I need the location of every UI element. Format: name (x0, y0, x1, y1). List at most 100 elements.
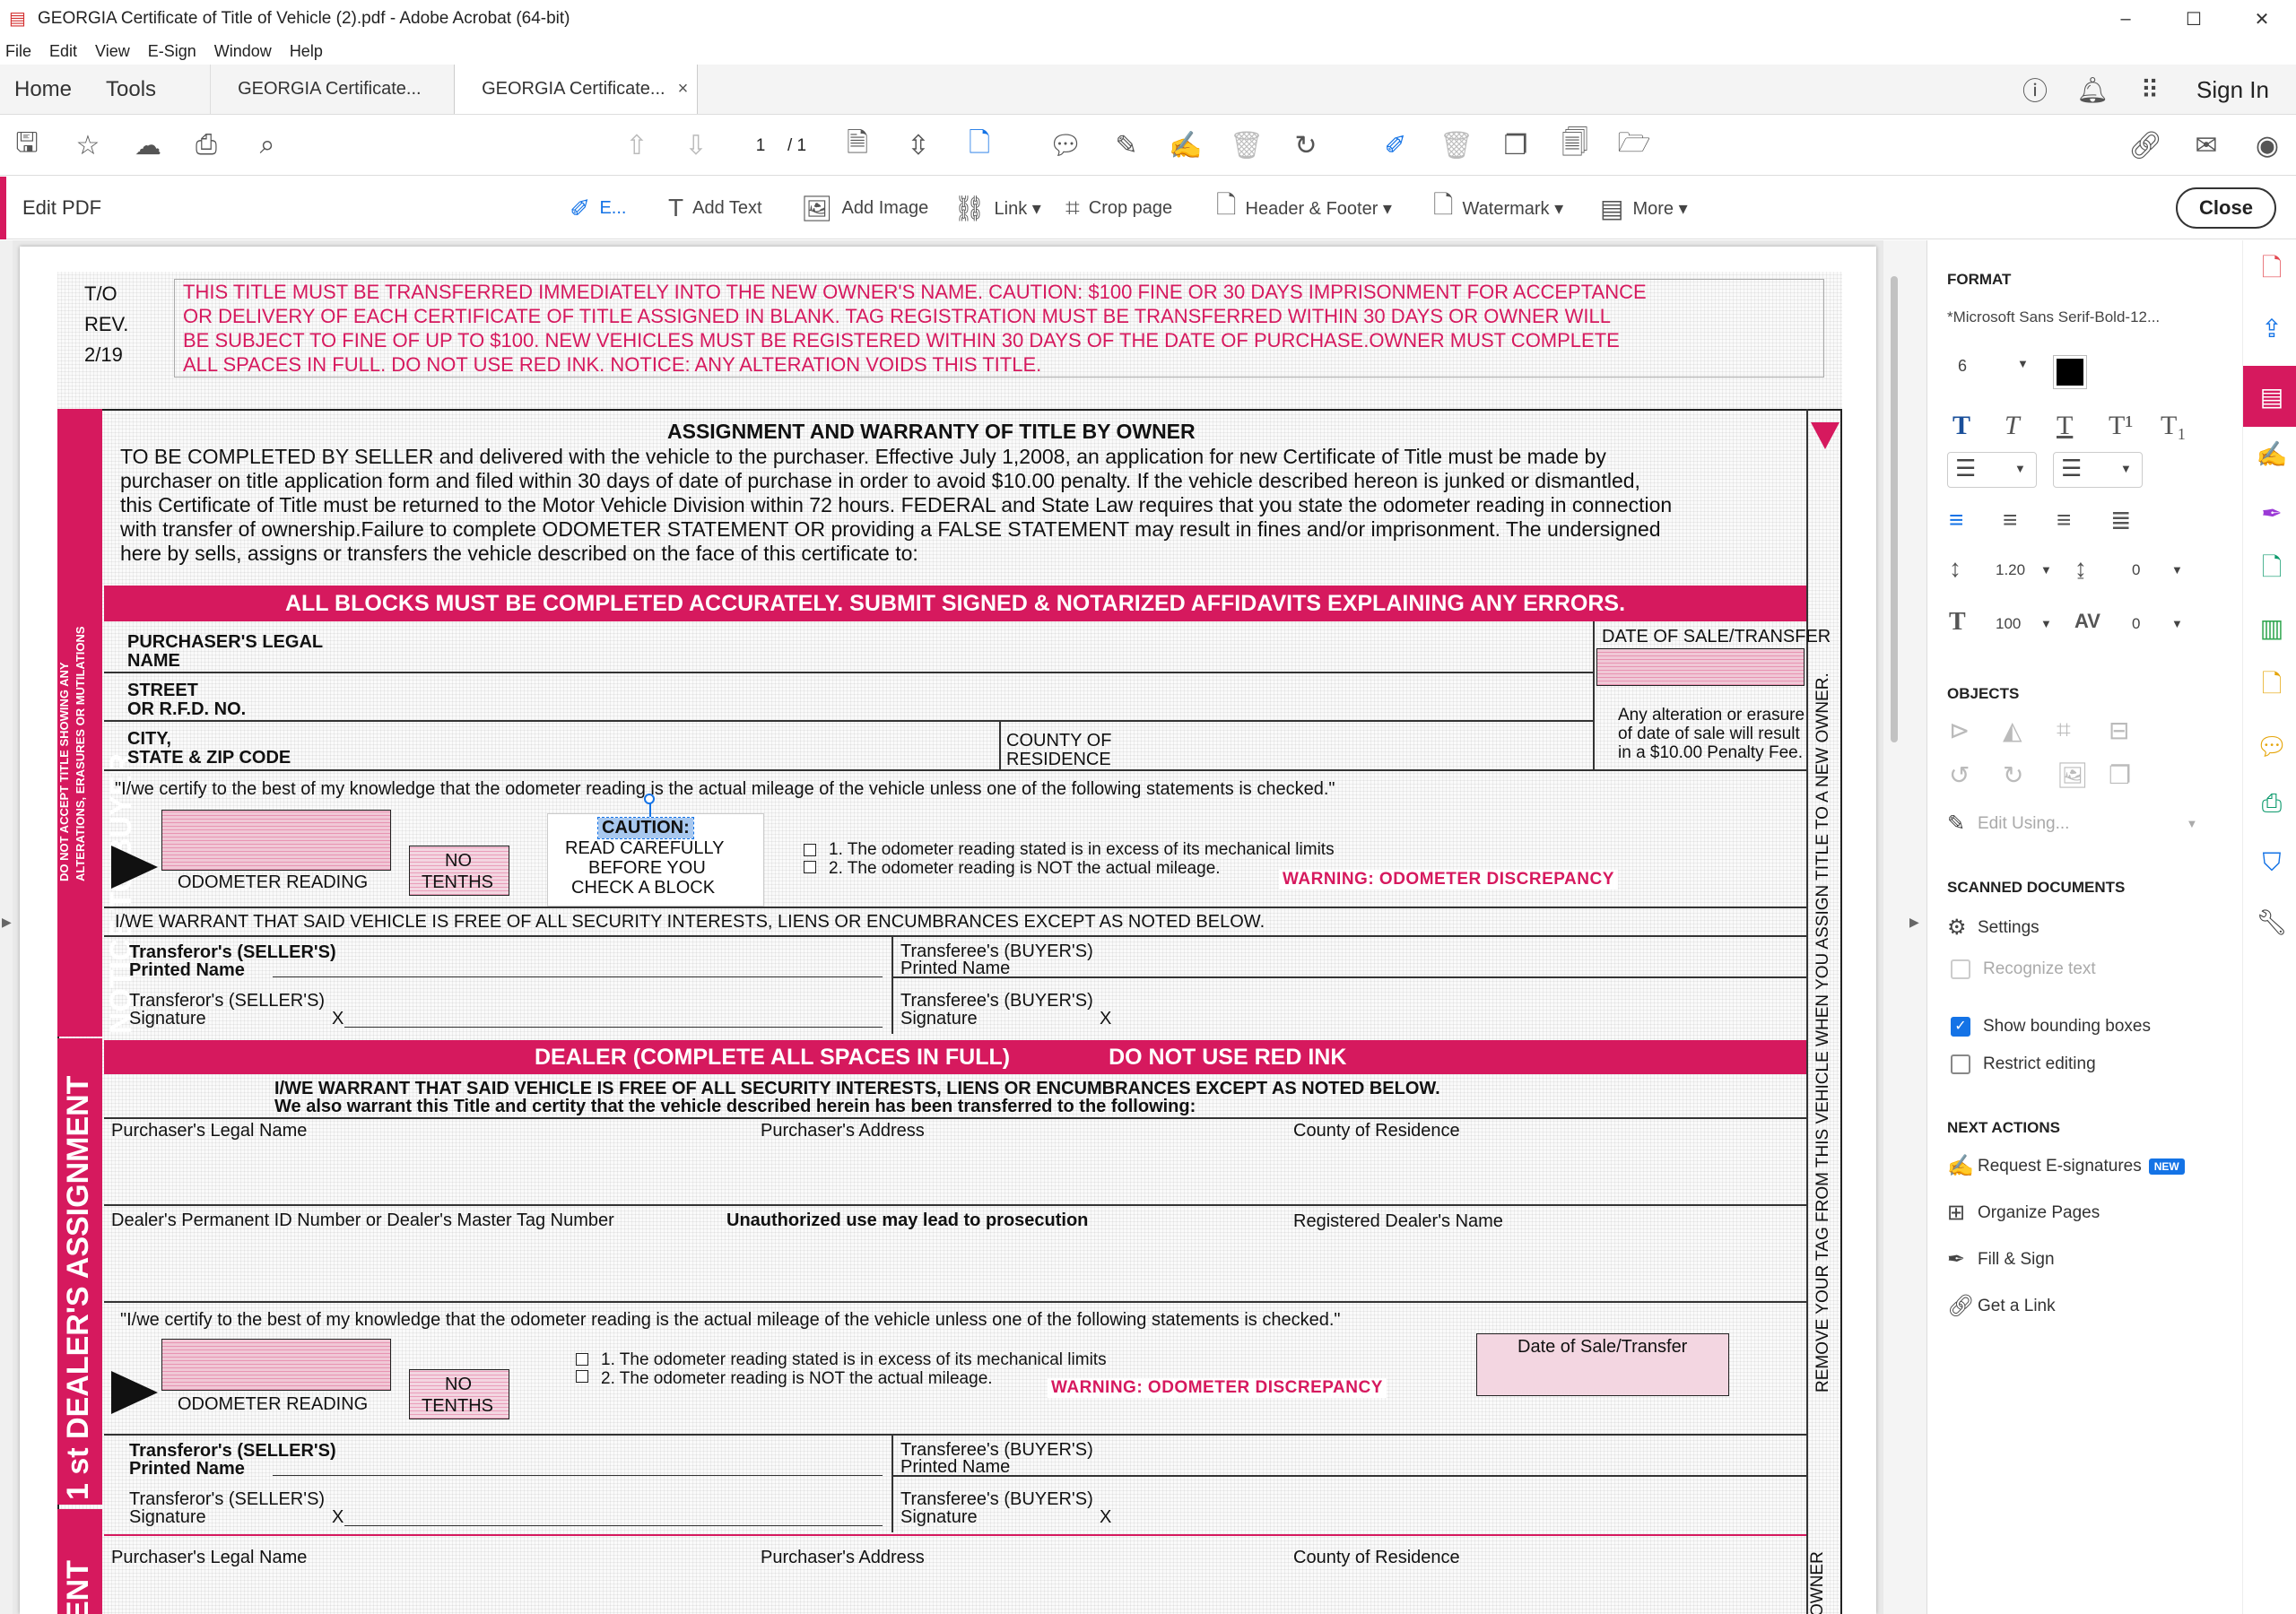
extract-pages-icon[interactable]: ❐ (1498, 127, 1534, 163)
tab-tools[interactable]: Tools (86, 65, 210, 114)
font-family-dropdown[interactable]: *Microsoft Sans Serif-Bold-12... (1947, 308, 2216, 335)
rotate-right-icon[interactable]: ↻ (2003, 760, 2023, 790)
highlight-pen-icon[interactable]: ✎ (1109, 127, 1144, 163)
show-bounding-boxes-checkbox[interactable]: ✓ (1951, 1017, 1970, 1037)
bullet-list-dropdown[interactable]: ☰ ▼ (1947, 452, 2037, 488)
menu-view[interactable]: View (90, 42, 143, 61)
sign-pen-icon[interactable]: ✍ (1168, 127, 1204, 163)
menu-edit[interactable]: Edit (44, 42, 90, 61)
edit-pdf-icon[interactable]: ✐ (1378, 127, 1413, 163)
edit-pdf-rail-icon[interactable]: ▤ (2256, 380, 2288, 412)
comment-rail-icon[interactable]: 💬︎ (2256, 730, 2288, 762)
help-icon[interactable]: ⓘ (2006, 72, 2064, 108)
menu-window[interactable]: Window (209, 42, 284, 61)
find-page-icon[interactable]: 🗎 (839, 127, 875, 163)
odometer-excess-checkbox-1[interactable] (804, 844, 816, 856)
tab-document-1[interactable]: GEORGIA Certificate... (210, 65, 454, 114)
request-signature-rail-icon[interactable]: ✍ (2256, 438, 2288, 470)
comment-icon[interactable]: 💬︎ (1048, 127, 1083, 163)
share-link-icon[interactable]: 🔗︎ (2127, 127, 2163, 163)
odometer-reading-field-1[interactable] (161, 810, 391, 871)
right-panel-toggle[interactable]: ▶ (1907, 240, 1926, 1614)
edit-using-dropdown[interactable]: ✎ Edit Using... ▼ (1947, 811, 2197, 837)
bookmark-star-icon[interactable]: ☆ (70, 127, 106, 163)
header-footer-button[interactable]: 🗋 Header & Footer ▾ (1216, 191, 1392, 223)
restrict-editing-checkbox[interactable] (1951, 1054, 1970, 1074)
scale-value[interactable]: 100 (1996, 615, 2021, 633)
scan-ocr-icon[interactable]: 🗋 (2256, 670, 2288, 703)
align-right-icon[interactable]: ≡ (2057, 506, 2071, 534)
line-spacing-value[interactable]: 1.20 (1996, 561, 2025, 579)
page-view-icon[interactable]: 🗋 (961, 127, 997, 163)
account-icon[interactable]: ◉ (2249, 127, 2285, 163)
crop-page-button[interactable]: ⌗ Crop page (1065, 193, 1172, 223)
create-pdf-icon[interactable]: 🗋 (2256, 254, 2288, 287)
zoom-search-icon[interactable]: ⌕ (249, 127, 285, 163)
numbered-list-dropdown[interactable]: ☰ ▼ (2053, 452, 2143, 488)
open-folder-icon[interactable]: 🗁 (1616, 127, 1652, 163)
print-icon[interactable]: ⎙ (188, 127, 224, 163)
flip-vertical-icon[interactable]: ⊳ (1949, 716, 1970, 745)
more-tools-icon[interactable]: 🔧︎ (2256, 906, 2288, 938)
close-window-button[interactable]: ✕ (2228, 0, 2296, 38)
font-color-swatch[interactable] (2053, 355, 2087, 389)
email-icon[interactable]: ✉ (2188, 127, 2224, 163)
insert-pages-icon[interactable]: 🗐 (1557, 127, 1593, 163)
rotate-icon[interactable]: ↻ (1288, 127, 1324, 163)
text-bold-icon[interactable]: T (1952, 411, 1970, 441)
more-button[interactable]: ▤ More ▾ (1600, 193, 1688, 223)
delete-pages-icon[interactable]: 🗑 (1439, 127, 1474, 163)
text-subscript-icon[interactable]: T₁ (2161, 411, 2187, 441)
add-text-button[interactable]: T Add Text (668, 193, 762, 223)
protect-shield-icon[interactable]: ⛉ (2256, 846, 2288, 879)
flip-horizontal-icon[interactable]: ◭ (2003, 716, 2022, 745)
replace-image-icon[interactable]: 🖼︎ (2057, 760, 2089, 790)
text-superscript-icon[interactable]: T¹ (2109, 411, 2133, 441)
group-icon[interactable]: ❐ (2109, 760, 2131, 790)
line-spacing-chevron-icon[interactable]: ▼ (2040, 563, 2052, 577)
maximize-button[interactable]: ☐ (2160, 0, 2228, 38)
odometer-reading-field-2[interactable] (161, 1339, 391, 1391)
scrollbar-thumb[interactable] (1891, 276, 1898, 742)
organize-pages-action[interactable]: ⊞ Organize Pages (1947, 1200, 2100, 1226)
menu-help[interactable]: Help (284, 42, 335, 61)
paragraph-spacing-chevron-icon[interactable]: ▼ (2171, 563, 2183, 577)
edit-text-tool[interactable]: ✐ E... (570, 193, 626, 223)
apps-grid-icon[interactable]: ⠿ (2121, 75, 2179, 105)
odometer-excess-checkbox-2[interactable] (576, 1353, 588, 1366)
close-edit-button[interactable]: Close (2176, 187, 2276, 229)
fill-sign-action[interactable]: ✒ Fill & Sign (1947, 1246, 2055, 1272)
rotate-left-icon[interactable]: ↺ (1949, 760, 1970, 790)
left-panel-toggle[interactable]: ▶ (0, 240, 13, 1614)
close-tab-icon[interactable]: × (678, 79, 689, 100)
menu-esign[interactable]: E-Sign (143, 42, 209, 61)
save-icon[interactable]: 🖫 (9, 127, 45, 163)
date-of-sale-field[interactable] (1596, 648, 1805, 686)
recognize-text-checkbox[interactable] (1951, 959, 1970, 979)
fit-page-icon[interactable]: ⇳ (900, 127, 936, 163)
previous-page-icon[interactable]: ⇧ (619, 127, 655, 163)
next-page-icon[interactable]: ⇩ (678, 127, 714, 163)
odometer-not-actual-checkbox-1[interactable] (804, 861, 816, 873)
minimize-button[interactable]: – (2092, 0, 2160, 38)
align-left-icon[interactable]: ≡ (1949, 506, 1963, 534)
print-production-icon[interactable]: ⎙ (2256, 787, 2288, 820)
vertical-scrollbar[interactable] (1883, 240, 1907, 1614)
add-image-button[interactable]: 🖼︎ Add Image (801, 193, 928, 223)
font-size-dropdown[interactable]: 6 ▼ (1947, 357, 2037, 387)
odometer-not-actual-checkbox-2[interactable] (576, 1370, 588, 1383)
fill-sign-rail-icon[interactable]: ✒ (2256, 497, 2288, 529)
request-esignatures-action[interactable]: ✍ Request E-signatures NEW (1947, 1153, 2185, 1179)
organize-pages-rail-icon[interactable]: ▥ (2256, 612, 2288, 644)
paragraph-spacing-value[interactable]: 0 (2132, 561, 2140, 579)
pdf-page[interactable]: T/O REV. 2/19 THIS TITLE MUST BE TRANSFE… (20, 247, 1876, 1614)
scale-chevron-icon[interactable]: ▼ (2040, 617, 2052, 630)
delete-icon[interactable]: 🗑 (1229, 127, 1265, 163)
export-pdf-icon[interactable]: ⇪ (2256, 312, 2288, 344)
align-justify-icon[interactable]: ≣ (2110, 506, 2131, 535)
text-underline-icon[interactable]: T (2057, 411, 2073, 441)
sign-in-button[interactable]: Sign In (2179, 76, 2296, 104)
link-button[interactable]: ⛓ Link ▾ (953, 193, 1041, 223)
caution-selected-text[interactable]: CAUTION: (597, 817, 694, 839)
get-link-action[interactable]: 🔗︎ Get a Link (1947, 1293, 2056, 1319)
